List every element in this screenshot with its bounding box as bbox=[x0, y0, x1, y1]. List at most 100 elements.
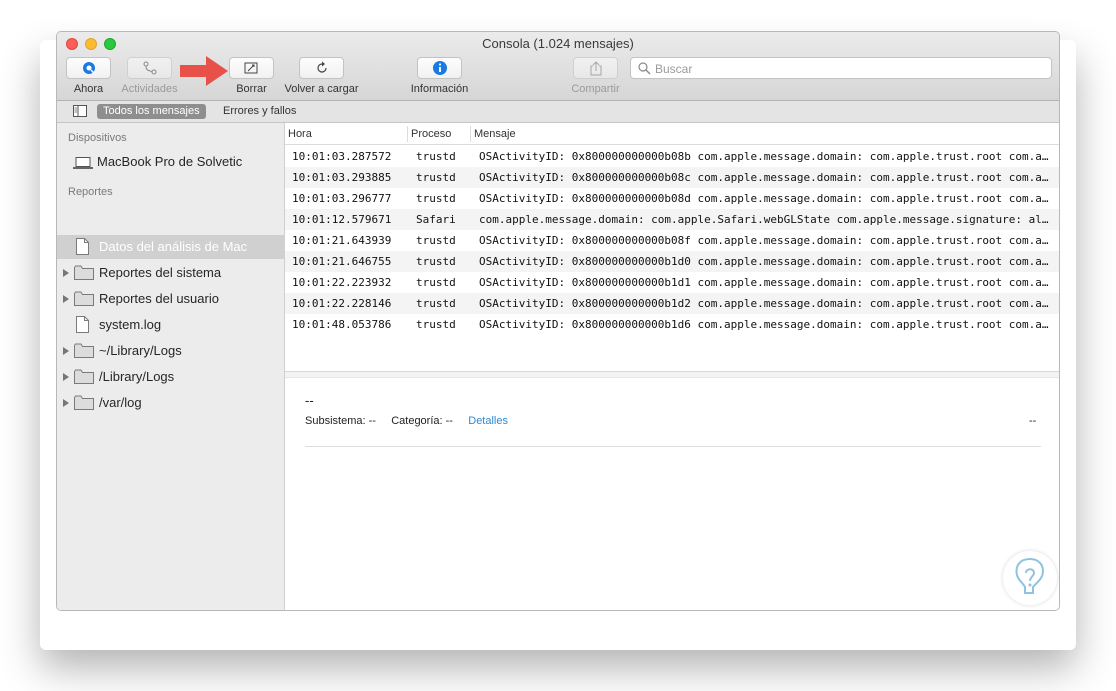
cell-time: 10:01:03.296777 bbox=[292, 192, 392, 205]
cell-time: 10:01:21.646755 bbox=[292, 255, 392, 268]
clear-label: Borrar bbox=[236, 83, 267, 95]
sidebar-item-label: Reportes del sistema bbox=[99, 265, 222, 280]
share-label: Compartir bbox=[571, 83, 620, 95]
pointer-arrow-icon bbox=[180, 56, 228, 86]
table-row[interactable]: 10:01:21.646755 trustd OSActivityID: 0x800… bbox=[285, 251, 1059, 272]
table-row[interactable]: 10:01:03.287572 trustd OSActivityID: 0x800… bbox=[285, 146, 1059, 167]
disclosure-triangle-icon[interactable] bbox=[63, 373, 69, 381]
search-icon bbox=[638, 62, 651, 75]
cell-time: 10:01:48.053786 bbox=[292, 318, 392, 331]
info-button[interactable] bbox=[417, 57, 462, 79]
sidebar-item[interactable]: Reportes del sistema bbox=[57, 261, 285, 285]
cell-time: 10:01:22.223932 bbox=[292, 276, 392, 289]
share-button[interactable] bbox=[573, 57, 618, 79]
disclosure-triangle-icon[interactable] bbox=[63, 295, 69, 303]
now-button[interactable] bbox=[66, 57, 111, 79]
detail-meta: Subsistema: -- Categoría: -- Detalles bbox=[305, 415, 508, 427]
cell-process: trustd bbox=[416, 192, 456, 205]
cell-message: OSActivityID: 0x800000000000b08c com.app… bbox=[479, 171, 1049, 184]
folder-icon bbox=[74, 343, 94, 358]
detail-title: -- bbox=[305, 393, 314, 408]
table-row[interactable]: 10:01:03.296777 trustd OSActivityID: 0x800… bbox=[285, 188, 1059, 209]
filter-errors[interactable]: Errores y fallos bbox=[223, 104, 296, 119]
table-row[interactable]: 10:01:21.643939 trustd OSActivityID: 0x800… bbox=[285, 230, 1059, 251]
folder-icon bbox=[74, 395, 94, 410]
reload-icon bbox=[316, 61, 327, 73]
activities-label: Actividades bbox=[121, 83, 178, 95]
now-label: Ahora bbox=[73, 83, 104, 95]
share-icon bbox=[590, 60, 601, 75]
sidebar-item[interactable]: system.log bbox=[57, 313, 285, 337]
info-icon bbox=[432, 61, 447, 75]
cell-message: OSActivityID: 0x800000000000b08b com.app… bbox=[479, 150, 1049, 163]
sidebar-item-label: MacBook Pro de Solvetic bbox=[97, 154, 243, 169]
devices-header: Dispositivos bbox=[68, 132, 127, 144]
sidebar-item-label: ~/Library/Logs bbox=[99, 343, 182, 358]
table-row[interactable]: 10:01:22.228146 trustd OSActivityID: 0x800… bbox=[285, 293, 1059, 314]
column-header-time[interactable]: Hora bbox=[288, 128, 312, 140]
info-label: Información bbox=[410, 83, 469, 95]
document-icon bbox=[76, 316, 89, 333]
reload-button[interactable] bbox=[299, 57, 344, 79]
window-title: Consola (1.024 mensajes) bbox=[482, 36, 634, 51]
sidebar-item[interactable]: /var/log bbox=[57, 391, 285, 415]
title-toolbar: Consola (1.024 mensajes) Ahora Actividad… bbox=[57, 32, 1059, 101]
cell-message: OSActivityID: 0x800000000000b1d6 com.app… bbox=[479, 318, 1049, 331]
cell-message: OSActivityID: 0x800000000000b08f com.app… bbox=[479, 234, 1049, 247]
laptop-icon bbox=[73, 157, 93, 169]
disclosure-triangle-icon[interactable] bbox=[63, 269, 69, 277]
folder-icon bbox=[74, 369, 94, 384]
table-row[interactable]: 10:01:12.579671 Safari com.apple.message.d… bbox=[285, 209, 1059, 230]
clear-button[interactable] bbox=[229, 57, 274, 79]
filter-all-messages[interactable]: Todos los mensajes bbox=[97, 104, 206, 119]
category-label: Categoría: bbox=[391, 415, 443, 427]
activities-icon bbox=[143, 61, 156, 75]
activities-button[interactable] bbox=[127, 57, 172, 79]
column-divider[interactable] bbox=[470, 126, 471, 142]
cell-message: OSActivityID: 0x800000000000b1d1 com.app… bbox=[479, 276, 1049, 289]
sidebar-item-label: Datos del análisis de Mac bbox=[99, 239, 248, 254]
sidebar-item-label: system.log bbox=[99, 317, 162, 332]
table-row[interactable]: 10:01:22.223932 trustd OSActivityID: 0x800… bbox=[285, 272, 1059, 293]
folder-icon bbox=[74, 265, 94, 280]
now-icon bbox=[82, 62, 95, 74]
cell-time: 10:01:21.643939 bbox=[292, 234, 392, 247]
table-row[interactable]: 10:01:03.293885 trustd OSActivityID: 0x800… bbox=[285, 167, 1059, 188]
sidebar-toggle-icon[interactable] bbox=[73, 105, 87, 117]
sidebar: Dispositivos MacBook Pro de Solvetic Rep… bbox=[57, 123, 285, 610]
sidebar-item[interactable]: ~/Library/Logs bbox=[57, 339, 285, 363]
search-field[interactable]: Buscar bbox=[630, 57, 1052, 79]
cell-process: trustd bbox=[416, 171, 456, 184]
cell-message: com.apple.message.domain: com.apple.Safa… bbox=[479, 213, 1049, 226]
column-header-process[interactable]: Proceso bbox=[411, 128, 451, 140]
filter-bar: Todos los mensajes Errores y fallos bbox=[57, 101, 1059, 123]
cell-process: trustd bbox=[416, 150, 456, 163]
cell-process: trustd bbox=[416, 318, 456, 331]
sidebar-item[interactable]: Reportes del usuario bbox=[57, 287, 285, 311]
log-table-area: Hora Proceso Mensaje 10:01:03.287572 trus… bbox=[285, 123, 1059, 610]
disclosure-triangle-icon[interactable] bbox=[63, 399, 69, 407]
cell-time: 10:01:03.287572 bbox=[292, 150, 392, 163]
detail-divider bbox=[305, 446, 1041, 447]
sidebar-item[interactable]: /Library/Logs bbox=[57, 365, 285, 389]
disclosure-triangle-icon[interactable] bbox=[63, 347, 69, 355]
cell-message: OSActivityID: 0x800000000000b1d0 com.app… bbox=[479, 255, 1049, 268]
column-divider[interactable] bbox=[407, 126, 408, 142]
detail-right-value: -- bbox=[1029, 415, 1037, 427]
category-value: -- bbox=[445, 415, 453, 427]
search-placeholder: Buscar bbox=[655, 62, 693, 76]
solvetic-logo bbox=[1003, 551, 1057, 605]
sidebar-item[interactable]: Datos del análisis de Mac bbox=[57, 235, 285, 259]
cell-time: 10:01:12.579671 bbox=[292, 213, 392, 226]
sidebar-item-macbook[interactable]: MacBook Pro de Solvetic bbox=[57, 150, 285, 174]
cell-process: trustd bbox=[416, 234, 456, 247]
table-row[interactable]: 10:01:48.053786 trustd OSActivityID: 0x800… bbox=[285, 314, 1059, 335]
details-link[interactable]: Detalles bbox=[468, 415, 508, 427]
cell-time: 10:01:03.293885 bbox=[292, 171, 392, 184]
split-divider[interactable] bbox=[285, 371, 1059, 378]
reload-label: Volver a cargar bbox=[284, 83, 359, 95]
cell-message: OSActivityID: 0x800000000000b1d2 com.app… bbox=[479, 297, 1049, 310]
cell-process: trustd bbox=[416, 276, 456, 289]
clear-icon bbox=[244, 62, 258, 73]
column-header-message[interactable]: Mensaje bbox=[474, 128, 516, 140]
